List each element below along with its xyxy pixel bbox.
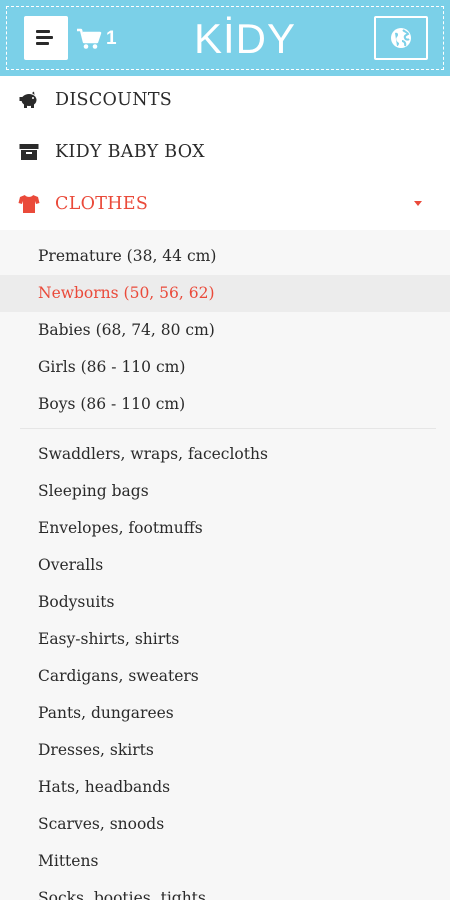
submenu-item-label: Hats, headbands — [38, 778, 171, 796]
submenu-item-label: Swaddlers, wraps, facecloths — [38, 445, 268, 463]
nav-item-discounts[interactable]: DISCOUNTS — [0, 74, 450, 126]
app-header: 1 KİDY — [0, 0, 450, 76]
submenu-item-label: Sleeping bags — [38, 482, 149, 500]
nav-item-label: KIDY BABY BOX — [55, 142, 205, 162]
submenu-item-sleeping-bags[interactable]: Sleeping bags — [0, 473, 450, 510]
submenu-item-hats[interactable]: Hats, headbands — [0, 769, 450, 806]
submenu-item-dresses[interactable]: Dresses, skirts — [0, 732, 450, 769]
submenu-item-label: Envelopes, footmuffs — [38, 519, 203, 537]
submenu-item-label: Premature (38, 44 cm) — [38, 247, 217, 265]
tshirt-icon — [18, 193, 40, 215]
submenu-item-label: Scarves, snoods — [38, 815, 165, 833]
nav-item-clothes[interactable]: CLOTHES — [0, 178, 450, 230]
submenu-item-label: Bodysuits — [38, 593, 115, 611]
submenu-item-scarves[interactable]: Scarves, snoods — [0, 806, 450, 843]
submenu-item-label: Boys (86 - 110 cm) — [38, 395, 186, 413]
menu-button[interactable] — [24, 16, 68, 60]
globe-icon — [391, 28, 411, 48]
submenu-item-label: Easy-shirts, shirts — [38, 630, 180, 648]
nav-item-label: DISCOUNTS — [55, 90, 173, 110]
submenu-item-label: Mittens — [38, 852, 99, 870]
piggy-bank-icon — [18, 89, 40, 111]
submenu-item-boys[interactable]: Boys (86 - 110 cm) — [0, 386, 450, 423]
clothes-submenu: Premature (38, 44 cm) Newborns (50, 56, … — [0, 230, 450, 900]
submenu-item-label: Girls (86 - 110 cm) — [38, 358, 186, 376]
caret-down-icon — [414, 201, 422, 206]
submenu-item-label: Cardigans, sweaters — [38, 667, 199, 685]
cart-icon — [77, 28, 102, 49]
language-button[interactable] — [374, 16, 428, 60]
submenu-item-overalls[interactable]: Overalls — [0, 547, 450, 584]
submenu-item-label: Newborns (50, 56, 62) — [38, 284, 215, 302]
submenu-item-label: Babies (68, 74, 80 cm) — [38, 321, 215, 339]
nav-item-kidy-baby-box[interactable]: KIDY BABY BOX — [0, 126, 450, 178]
submenu-item-newborns[interactable]: Newborns (50, 56, 62) — [0, 275, 450, 312]
submenu-item-bodysuits[interactable]: Bodysuits — [0, 584, 450, 621]
nav-item-label: CLOTHES — [55, 194, 149, 214]
submenu-item-cardigans[interactable]: Cardigans, sweaters — [0, 658, 450, 695]
submenu-item-label: Dresses, skirts — [38, 741, 154, 759]
submenu-item-pants[interactable]: Pants, dungarees — [0, 695, 450, 732]
submenu-item-mittens[interactable]: Mittens — [0, 843, 450, 880]
kidy-logo[interactable]: KİDY — [190, 14, 300, 64]
cart-button[interactable]: 1 — [76, 24, 117, 54]
submenu-item-premature[interactable]: Premature (38, 44 cm) — [0, 238, 450, 275]
submenu-item-label: Pants, dungarees — [38, 704, 174, 722]
box-icon — [18, 141, 40, 163]
submenu-item-envelopes[interactable]: Envelopes, footmuffs — [0, 510, 450, 547]
submenu-item-label: Socks, booties, tights — [38, 889, 206, 900]
submenu-item-swaddlers[interactable]: Swaddlers, wraps, facecloths — [0, 436, 450, 473]
submenu-item-label: Overalls — [38, 556, 104, 574]
submenu-item-easy-shirts[interactable]: Easy-shirts, shirts — [0, 621, 450, 658]
cart-count-badge: 1 — [106, 28, 117, 49]
submenu-item-socks[interactable]: Socks, booties, tights — [0, 880, 450, 900]
submenu-item-babies[interactable]: Babies (68, 74, 80 cm) — [0, 312, 450, 349]
submenu-item-girls[interactable]: Girls (86 - 110 cm) — [0, 349, 450, 386]
submenu-divider — [20, 428, 436, 429]
